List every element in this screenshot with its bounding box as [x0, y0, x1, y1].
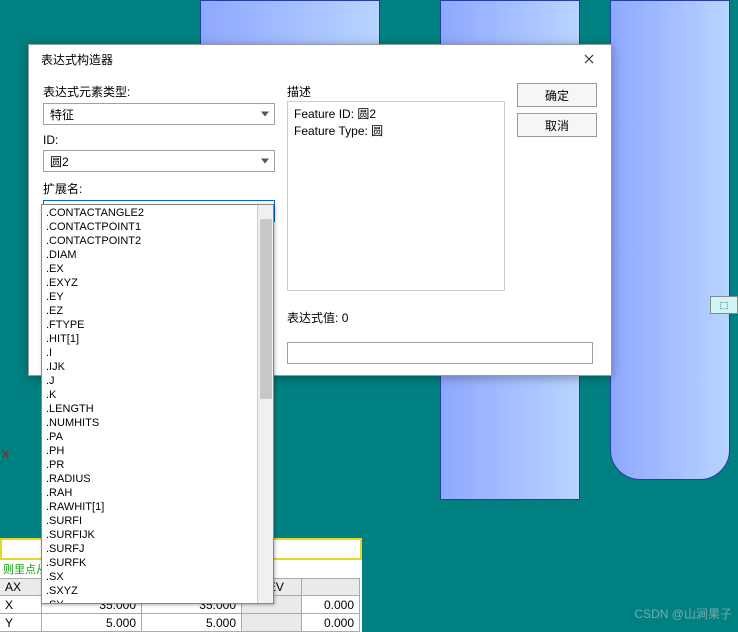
- close-icon: [584, 54, 594, 64]
- dropdown-item[interactable]: .NUMHITS: [42, 416, 257, 430]
- axis-x-label: X: [2, 449, 9, 461]
- dropdown-item[interactable]: .RAH: [42, 486, 257, 500]
- datum-marker: ⬚: [710, 296, 738, 314]
- element-type-combo[interactable]: 特征: [43, 103, 275, 125]
- id-combo[interactable]: 圆2: [43, 150, 275, 172]
- dropdown-item[interactable]: .J: [42, 374, 257, 388]
- expression-value-row: 表达式值: 0: [287, 309, 505, 326]
- description-label: 描述: [287, 83, 505, 100]
- dropdown-item[interactable]: .I: [42, 346, 257, 360]
- dropdown-item[interactable]: .SY: [42, 598, 257, 603]
- dropdown-item[interactable]: .SXYZ: [42, 584, 257, 598]
- cancel-button[interactable]: 取消: [517, 113, 597, 137]
- dropdown-item[interactable]: .SX: [42, 570, 257, 584]
- dropdown-item[interactable]: .RADIUS: [42, 472, 257, 486]
- id-label: ID:: [43, 133, 275, 147]
- cad-shape: [610, 0, 730, 480]
- dropdown-item[interactable]: .EY: [42, 290, 257, 304]
- dropdown-items[interactable]: .CONTACTANGLE2.CONTACTPOINT1.CONTACTPOIN…: [42, 205, 257, 603]
- dropdown-item[interactable]: .CONTACTPOINT1: [42, 220, 257, 234]
- dialog-title: 表达式构造器: [41, 51, 113, 68]
- dropdown-item[interactable]: .CONTACTPOINT2: [42, 234, 257, 248]
- feature-id-line: Feature ID: 圆2: [294, 106, 498, 123]
- dropdown-item[interactable]: .FTYPE: [42, 318, 257, 332]
- dropdown-item[interactable]: .PA: [42, 430, 257, 444]
- element-type-label: 表达式元素类型:: [43, 83, 275, 100]
- dropdown-item[interactable]: .IJK: [42, 360, 257, 374]
- dialog-titlebar: 表达式构造器: [29, 45, 611, 73]
- dropdown-item[interactable]: .SURFIJK: [42, 528, 257, 542]
- feature-type-line: Feature Type: 圆: [294, 123, 498, 140]
- dropdown-scrollbar[interactable]: [257, 205, 273, 603]
- watermark: CSDN @山涧果子: [634, 605, 732, 622]
- ext-name-dropdown[interactable]: .CONTACTANGLE2.CONTACTPOINT1.CONTACTPOIN…: [41, 204, 274, 604]
- col-blank3: [302, 578, 360, 596]
- dropdown-item[interactable]: .LENGTH: [42, 402, 257, 416]
- expression-value-label: 表达式值:: [287, 311, 338, 325]
- dropdown-item[interactable]: .HIT[1]: [42, 332, 257, 346]
- col-ax-header: AX: [0, 578, 42, 596]
- dropdown-item[interactable]: .EX: [42, 262, 257, 276]
- close-button[interactable]: [573, 48, 605, 70]
- ok-button[interactable]: 确定: [517, 83, 597, 107]
- description-box: Feature ID: 圆2 Feature Type: 圆: [287, 101, 505, 291]
- table-row: Y 5.000 5.000 0.000: [0, 614, 362, 632]
- ext-name-label: 扩展名:: [43, 180, 275, 197]
- dropdown-item[interactable]: .SURFK: [42, 556, 257, 570]
- dropdown-item[interactable]: .PH: [42, 444, 257, 458]
- dropdown-item[interactable]: .PR: [42, 458, 257, 472]
- dropdown-item[interactable]: .EXYZ: [42, 276, 257, 290]
- dropdown-item[interactable]: .RAWHIT[1]: [42, 500, 257, 514]
- expression-value: 0: [342, 311, 349, 325]
- dropdown-item[interactable]: .K: [42, 388, 257, 402]
- dropdown-item[interactable]: .SURFI: [42, 514, 257, 528]
- dropdown-item[interactable]: .CONTACTANGLE2: [42, 206, 257, 220]
- dropdown-item[interactable]: .EZ: [42, 304, 257, 318]
- dropdown-item[interactable]: .SURFJ: [42, 542, 257, 556]
- dropdown-item[interactable]: .DIAM: [42, 248, 257, 262]
- scrollbar-thumb[interactable]: [260, 219, 272, 399]
